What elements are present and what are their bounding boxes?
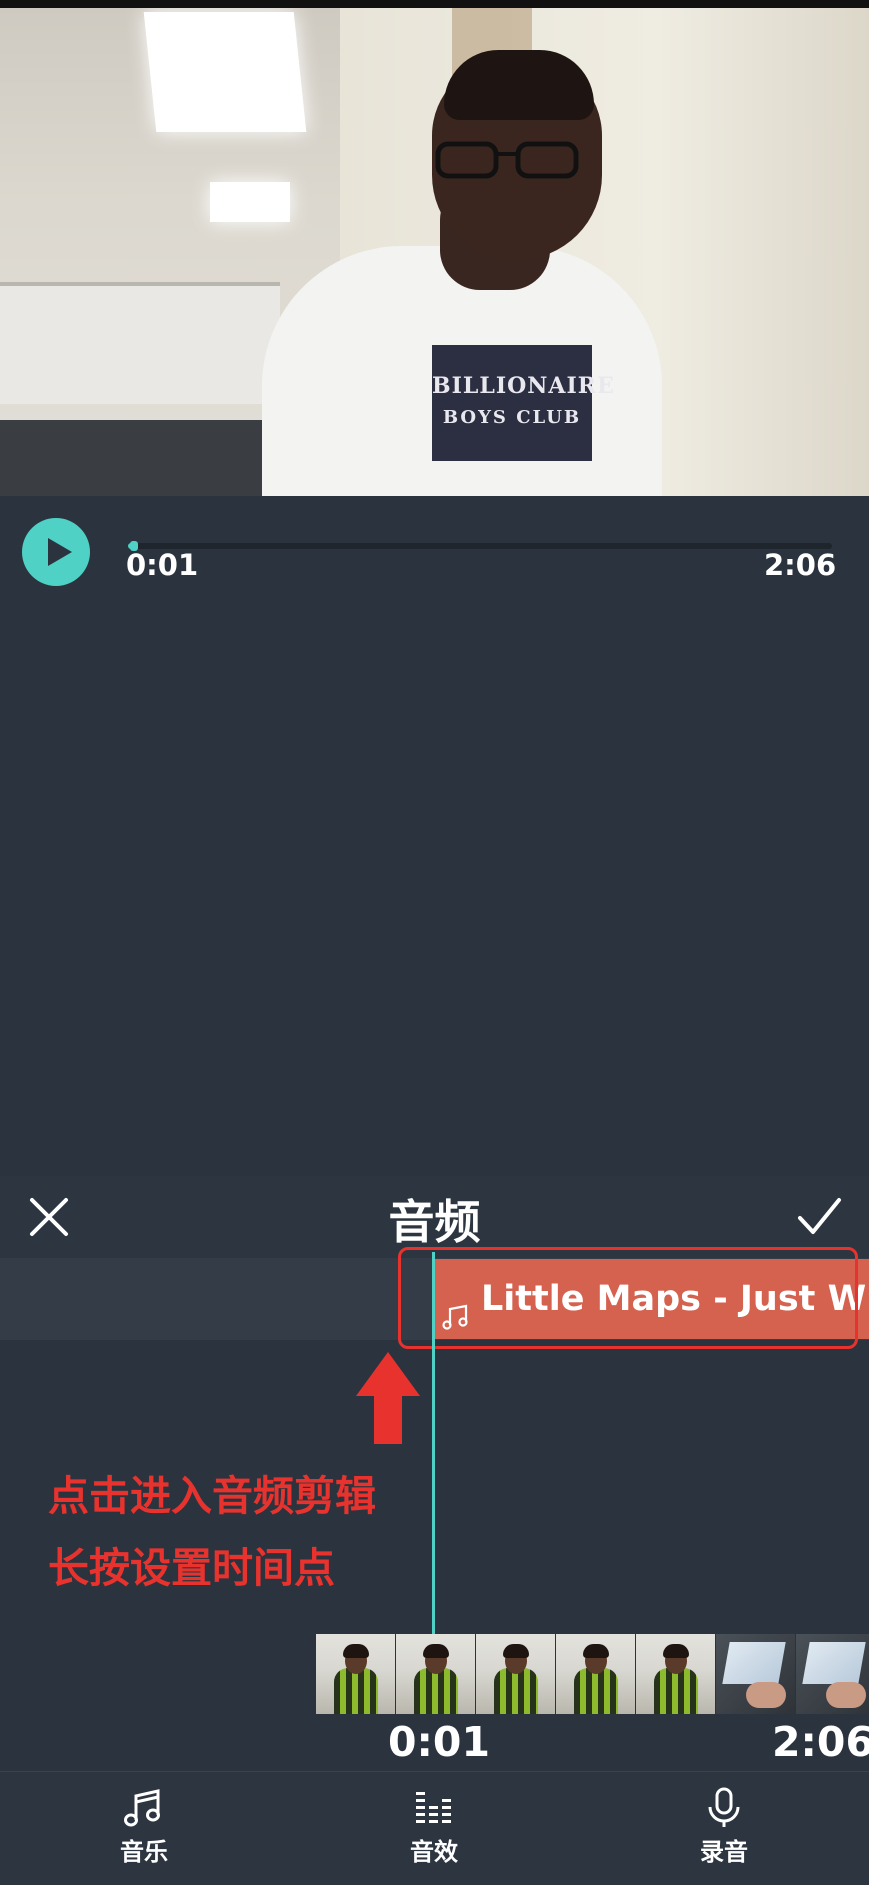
total-time: 2:06 [764,548,837,582]
video-thumbnail [716,1634,796,1714]
ceiling-light [143,12,307,132]
whiteboard [0,282,280,404]
nav-sound-effects-label: 音效 [410,1838,458,1866]
nav-sound-effects[interactable]: 音效 [374,1786,494,1867]
annotation-text: 长按设置时间点 [48,1544,335,1592]
confirm-check-icon[interactable] [796,1194,842,1240]
video-thumbnail [396,1634,476,1714]
timeline-start-time: 0:01 [388,1718,490,1766]
annotation-arrow-icon [356,1352,420,1444]
status-bar-edge [0,0,869,8]
ceiling-light [210,182,290,222]
nav-record[interactable]: 录音 [664,1786,784,1867]
microphone-icon [708,1787,740,1827]
shirt-text: BOYS CLUB [442,407,582,428]
annotation-highlight-box [398,1247,858,1349]
video-preview[interactable]: BILLIONAIRE BOYS CLUB [0,0,869,496]
person-hair [444,50,594,120]
current-time: 0:01 [126,548,199,582]
progress-track[interactable] [128,543,832,549]
panel-title: 音频 [388,1195,481,1249]
desk [0,420,300,496]
equalizer-icon [416,1792,451,1823]
video-thumbnail-strip[interactable] [316,1634,869,1714]
play-icon [48,538,72,566]
shirt-text: BILLIONAIRE [432,373,615,399]
nav-music-label: 音乐 [120,1838,168,1866]
timeline-end-time: 2:06 [772,1718,869,1766]
video-thumbnail [476,1634,556,1714]
video-thumbnail [796,1634,869,1714]
shirt-print: BILLIONAIRE BOYS CLUB [432,345,615,461]
video-thumbnail [556,1634,636,1714]
nav-music[interactable]: 音乐 [84,1786,204,1867]
play-button[interactable] [22,518,90,586]
glasses [435,141,579,179]
music-note-icon [124,1789,160,1827]
video-thumbnail [636,1634,716,1714]
video-thumbnail [316,1634,396,1714]
nav-record-label: 录音 [700,1838,748,1866]
annotation-text: 点击进入音频剪辑 [48,1472,376,1520]
